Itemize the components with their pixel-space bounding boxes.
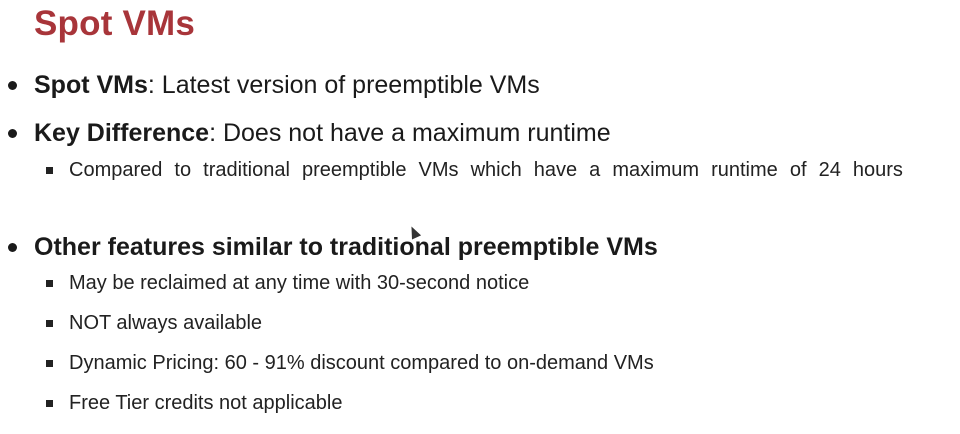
bullet-dot [8, 243, 17, 252]
sub-bullet-text: May be reclaimed at any time with 30-sec… [69, 272, 530, 294]
bullet-label: Spot VMs [34, 71, 148, 99]
sub-bullet-text: Free Tier credits not applicable [69, 392, 343, 414]
bullet-dot [8, 81, 17, 90]
sub-bullet-text: Compared to traditional preemptible VMs … [69, 159, 903, 181]
sub-bullet-text: NOT always available [69, 312, 263, 334]
bullet-dot [8, 129, 17, 138]
sub-bullet-marker [46, 280, 53, 287]
slide: Spot VMs Spot VMs: Latest version of pre… [0, 0, 960, 434]
sub-bullet-marker [46, 167, 53, 174]
sub-bullet-marker [46, 360, 53, 367]
sub-bullet-marker [46, 320, 53, 327]
bullet-text: : Does not have a maximum runtime [209, 119, 611, 147]
bullet-label: Key Difference [34, 119, 210, 147]
bullet-text: : Latest version of preemptible VMs [147, 71, 540, 99]
bullet-label: Other features similar to traditional pr… [34, 233, 658, 261]
sub-bullet-marker [46, 400, 53, 407]
sub-bullet-text: Dynamic Pricing: 60 - 91% discount compa… [69, 352, 654, 374]
slide-title: Spot VMs [34, 4, 196, 43]
